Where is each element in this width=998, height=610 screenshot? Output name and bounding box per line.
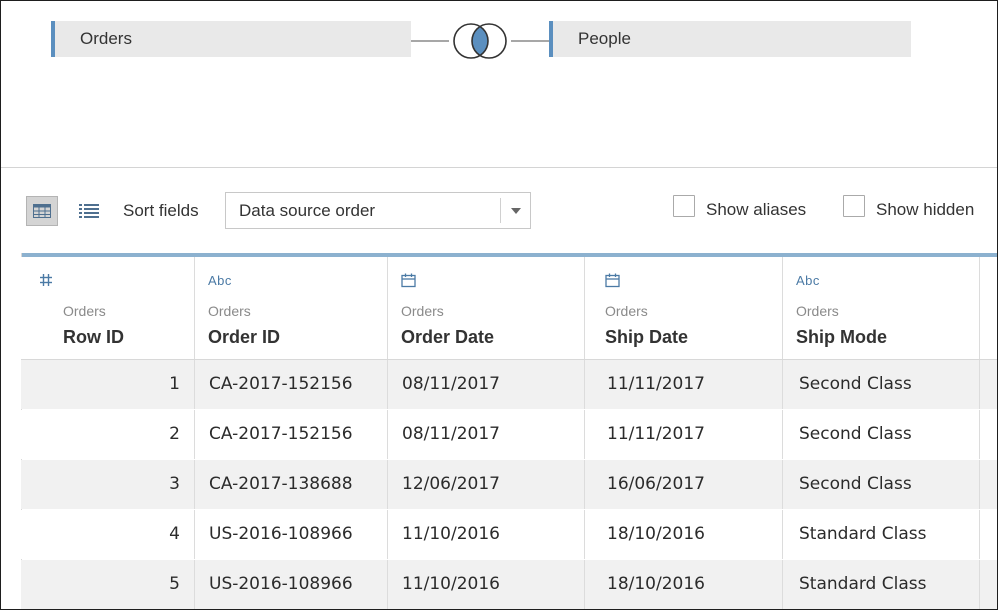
table-row[interactable]: 3 CA-2017-138688 12/06/2017 16/06/2017 S… xyxy=(21,460,997,509)
string-type-icon[interactable]: Abc xyxy=(796,273,820,289)
column-source: Orders xyxy=(796,303,839,319)
grid-view-button[interactable] xyxy=(26,196,58,226)
show-aliases-label[interactable]: Show aliases xyxy=(706,200,806,220)
grid-view-icon xyxy=(33,204,51,218)
string-type-icon[interactable]: Abc xyxy=(208,273,232,289)
table-orders[interactable]: Orders xyxy=(51,21,411,57)
join-canvas: Orders People xyxy=(1,1,997,167)
column-name: Order Date xyxy=(401,327,495,347)
column-header-order-id[interactable]: Abc Orders Order ID xyxy=(195,257,388,359)
list-view-icon xyxy=(79,204,99,218)
sort-fields-value: Data source order xyxy=(239,201,376,220)
cell-row-id: 3 xyxy=(21,460,195,509)
table-row[interactable]: 1 CA-2017-152156 08/11/2017 11/11/2017 S… xyxy=(21,360,997,409)
dropdown-separator xyxy=(500,198,501,223)
cell-ship-mode: Standard Class xyxy=(783,510,980,559)
column-header-ship-date[interactable]: Orders Ship Date xyxy=(585,257,783,359)
cell-order-id: CA-2017-138688 xyxy=(195,460,388,509)
sort-fields-dropdown[interactable]: Data source order xyxy=(225,192,531,229)
cell-order-date: 11/10/2016 xyxy=(388,560,585,609)
column-name: Row ID xyxy=(63,327,124,347)
cell-ship-date: 16/06/2017 xyxy=(585,460,783,509)
cell-ship-mode: Standard Class xyxy=(783,560,980,609)
left-join-venn-icon[interactable] xyxy=(411,21,549,61)
data-source-page: Orders People Sort fields Data source or… xyxy=(0,0,998,610)
column-name: Ship Mode xyxy=(796,327,887,347)
cell-row-id: 4 xyxy=(21,510,195,559)
show-aliases-checkbox[interactable] xyxy=(673,195,695,217)
cell-ship-date: 18/10/2016 xyxy=(585,510,783,559)
cell-order-id: CA-2017-152156 xyxy=(195,410,388,459)
cell-row-id: 2 xyxy=(21,410,195,459)
number-type-icon[interactable] xyxy=(39,273,53,289)
cell-ship-date: 18/10/2016 xyxy=(585,560,783,609)
chevron-down-icon xyxy=(511,208,521,214)
column-header-order-date[interactable]: Orders Order Date xyxy=(388,257,585,359)
sort-fields-label: Sort fields xyxy=(123,201,199,220)
table-people[interactable]: People xyxy=(549,21,911,57)
cell-order-id: US-2016-108966 xyxy=(195,510,388,559)
cell-ship-mode: Second Class xyxy=(783,410,980,459)
cell-order-date: 08/11/2017 xyxy=(388,410,585,459)
column-name: Order ID xyxy=(208,327,281,347)
cell-order-date: 08/11/2017 xyxy=(388,360,585,409)
cell-order-date: 12/06/2017 xyxy=(388,460,585,509)
date-type-icon[interactable] xyxy=(401,273,416,289)
cell-order-id: CA-2017-152156 xyxy=(195,360,388,409)
cell-order-date: 11/10/2016 xyxy=(388,510,585,559)
cell-row-id: 5 xyxy=(21,560,195,609)
column-name: Ship Date xyxy=(605,327,689,347)
table-row[interactable]: 2 CA-2017-152156 08/11/2017 11/11/2017 S… xyxy=(21,410,997,459)
cell-ship-mode: Second Class xyxy=(783,360,980,409)
column-source: Orders xyxy=(605,303,648,319)
cell-ship-date: 11/11/2017 xyxy=(585,360,783,409)
column-header-row-id[interactable]: Orders Row ID xyxy=(21,257,195,359)
cell-ship-date: 11/11/2017 xyxy=(585,410,783,459)
show-hidden-label[interactable]: Show hidden xyxy=(876,200,974,220)
list-view-button[interactable] xyxy=(77,196,101,226)
date-type-icon[interactable] xyxy=(605,273,620,289)
table-row[interactable]: 4 US-2016-108966 11/10/2016 18/10/2016 S… xyxy=(21,510,997,559)
data-grid-toolbar: Sort fields Data source order Show alias… xyxy=(1,168,997,250)
column-source: Orders xyxy=(63,303,106,319)
cell-row-id: 1 xyxy=(21,360,195,409)
cell-order-id: US-2016-108966 xyxy=(195,560,388,609)
cell-ship-mode: Second Class xyxy=(783,460,980,509)
show-hidden-checkbox[interactable] xyxy=(843,195,865,217)
column-source: Orders xyxy=(401,303,444,319)
column-header-ship-mode[interactable]: Abc Orders Ship Mode xyxy=(783,257,980,359)
table-row[interactable]: 5 US-2016-108966 11/10/2016 18/10/2016 S… xyxy=(21,560,997,609)
column-source: Orders xyxy=(208,303,251,319)
